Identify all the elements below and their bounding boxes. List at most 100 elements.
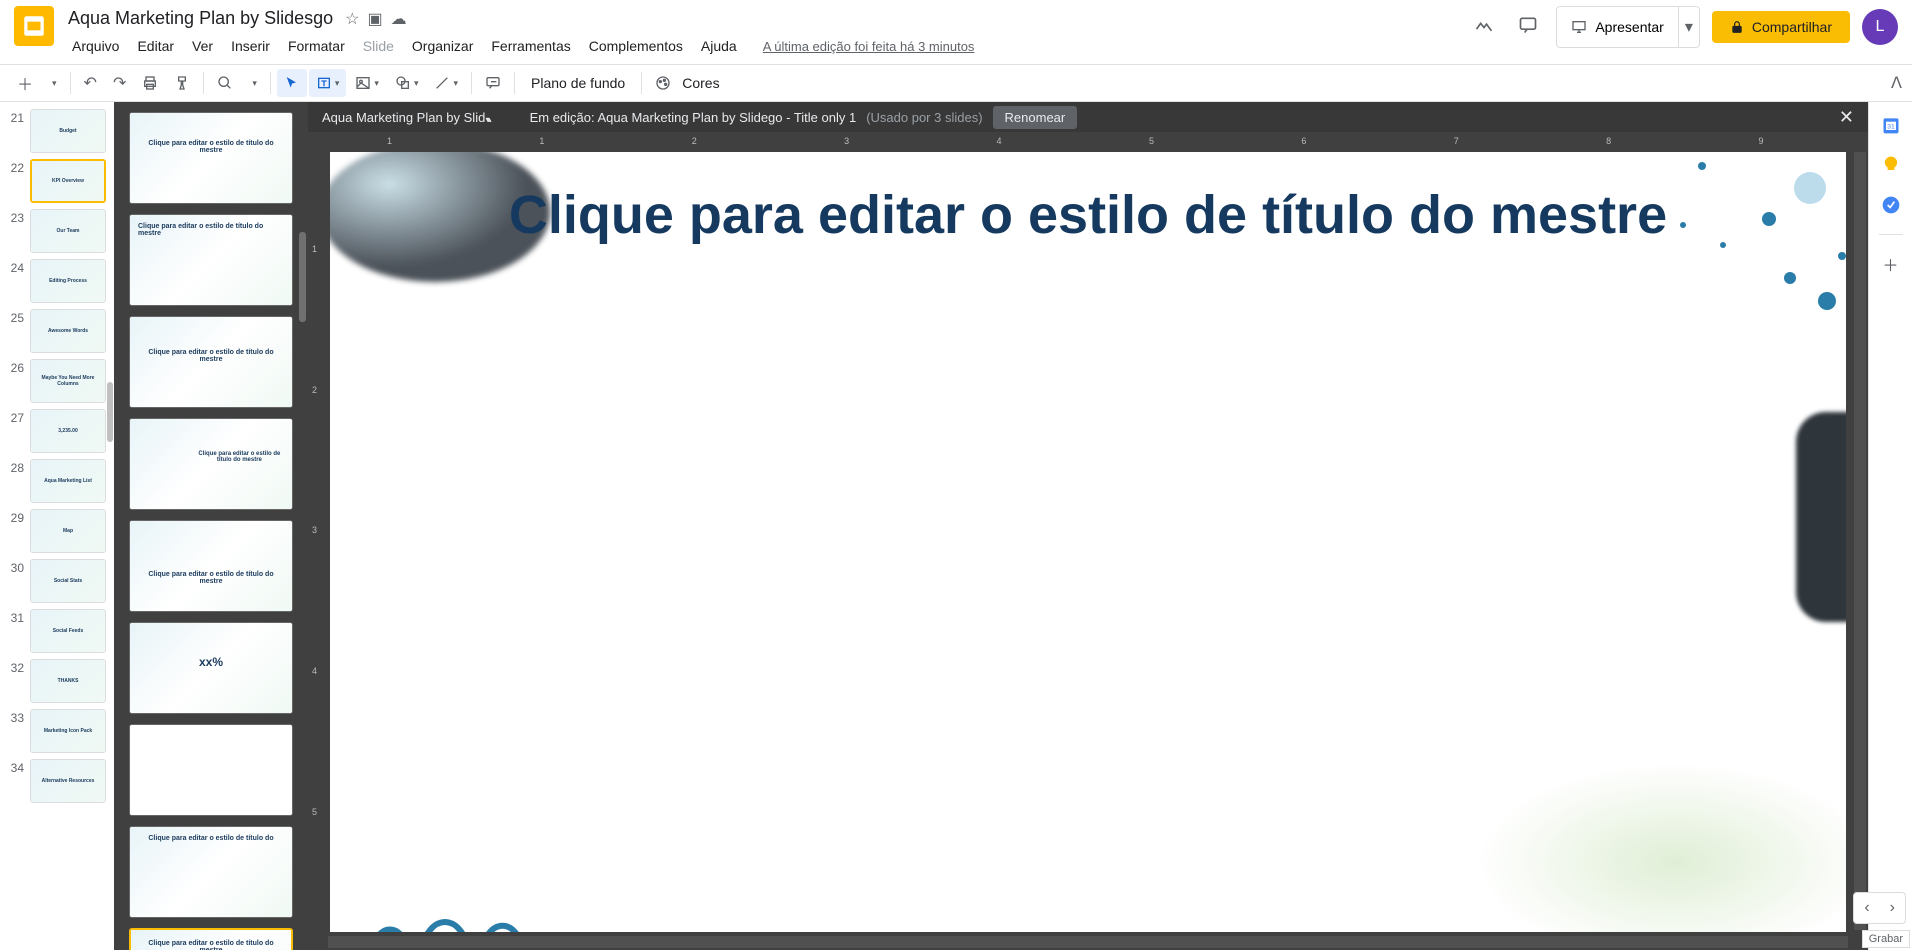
image-tool[interactable] (348, 69, 386, 97)
master-title-placeholder[interactable]: Clique para editar o estilo de título do… (390, 186, 1786, 245)
master-scrollbar[interactable] (299, 232, 306, 322)
slide-number: 24 (6, 259, 24, 275)
line-tool[interactable] (427, 69, 465, 97)
close-master-icon[interactable]: ✕ (1839, 107, 1854, 128)
cloud-icon[interactable]: ☁ (391, 9, 407, 29)
master-name[interactable]: Aqua Marketing Plan by Slid (322, 110, 490, 125)
slide-thumb-34[interactable]: Alternative Resources (30, 759, 106, 803)
colors-icon (648, 69, 678, 97)
decoration-dots-tr (1606, 152, 1846, 352)
filmstrip-scrollbar[interactable] (107, 382, 113, 442)
slide-thumb-23[interactable]: Our Team (30, 209, 106, 253)
slide-number: 25 (6, 309, 24, 325)
canvas-horizontal-scrollbar[interactable] (328, 936, 1848, 948)
slide-thumb-25[interactable]: Awesome Words (30, 309, 106, 353)
menu-arquivo[interactable]: Arquivo (64, 35, 127, 57)
app-header: Aqua Marketing Plan by Slidesgo ☆ ▣ ☁ Ar… (0, 0, 1912, 64)
zoom-button[interactable] (210, 69, 240, 97)
redo-button[interactable]: ↷ (106, 67, 133, 99)
nav-prev-icon[interactable]: ‹ (1854, 893, 1879, 923)
present-dropdown[interactable]: ▾ (1679, 6, 1700, 48)
print-button[interactable] (135, 69, 165, 97)
slides-logo[interactable] (14, 6, 54, 46)
master-layout-panel[interactable]: Clique para editar o estilo de título do… (114, 102, 308, 950)
menu-organizar[interactable]: Organizar (404, 35, 481, 57)
slide-number: 34 (6, 759, 24, 775)
layout-thumb[interactable]: Clique para editar o estilo de título do… (129, 316, 293, 408)
last-edit-link[interactable]: A última edição foi feita há 3 minutos (763, 39, 975, 54)
layout-usage: (Usado por 3 slides) (866, 110, 982, 125)
slide-thumb-27[interactable]: 3,235.00 (30, 409, 106, 453)
layout-thumb[interactable] (129, 724, 293, 816)
undo-button[interactable]: ↶ (77, 67, 104, 99)
new-slide-button[interactable]: ＋ (10, 65, 40, 101)
slide-number: 32 (6, 659, 24, 675)
share-button[interactable]: Compartilhar (1712, 11, 1850, 43)
slide-thumb-31[interactable]: Social Feeds (30, 609, 106, 653)
layout-thumb[interactable]: Clique para editar o estilo de título do… (129, 520, 293, 612)
present-button[interactable]: Apresentar (1556, 6, 1678, 48)
main-area: 21Budget 22KPI Overview 23Our Team 24Edi… (0, 102, 1912, 950)
slide-thumb-29[interactable]: Map (30, 509, 106, 553)
star-icon[interactable]: ☆ (345, 9, 359, 29)
background-button[interactable]: Plano de fundo (521, 69, 635, 97)
slide-thumb-24[interactable]: Editing Process (30, 259, 106, 303)
slide-thumb-26[interactable]: Maybe You Need More Columns (30, 359, 106, 403)
move-icon[interactable]: ▣ (368, 9, 383, 29)
zoom-dropdown[interactable] (242, 72, 264, 95)
menu-inserir[interactable]: Inserir (223, 35, 278, 57)
menu-ferramentas[interactable]: Ferramentas (483, 35, 578, 57)
slide-number: 30 (6, 559, 24, 575)
menu-formatar[interactable]: Formatar (280, 35, 353, 57)
slide-number: 28 (6, 459, 24, 475)
keep-addon-icon[interactable] (1880, 154, 1902, 176)
paint-format-button[interactable] (167, 69, 197, 97)
nav-next-icon[interactable]: › (1880, 893, 1905, 923)
add-addon-icon[interactable]: ＋ (1880, 253, 1902, 275)
new-slide-dropdown[interactable] (42, 72, 64, 95)
present-label: Apresentar (1595, 19, 1663, 35)
activity-icon[interactable] (1468, 9, 1500, 46)
slide-number: 31 (6, 609, 24, 625)
slide-thumb-21[interactable]: Budget (30, 109, 106, 153)
layout-thumb[interactable]: xx% (129, 622, 293, 714)
slide-thumb-32[interactable]: THANKS (30, 659, 106, 703)
rename-button[interactable]: Renomear (993, 106, 1078, 129)
shape-tool[interactable] (388, 69, 426, 97)
menu-ajuda[interactable]: Ajuda (693, 35, 745, 57)
canvas-vertical-scrollbar[interactable] (1854, 152, 1866, 930)
comments-icon[interactable] (1512, 9, 1544, 46)
doc-title[interactable]: Aqua Marketing Plan by Slidesgo (64, 6, 337, 31)
layout-thumb[interactable]: Clique para editar o estilo de título do (129, 826, 293, 918)
vertical-ruler[interactable]: 1 2 3 4 5 (308, 150, 326, 932)
slide-canvas[interactable]: Clique para editar o estilo de título do… (330, 152, 1846, 932)
comment-tool[interactable] (478, 69, 508, 97)
calendar-addon-icon[interactable]: 31 (1880, 114, 1902, 136)
slide-filmstrip[interactable]: 21Budget 22KPI Overview 23Our Team 24Edi… (0, 102, 114, 950)
layout-thumb[interactable]: Clique para editar o estilo de título do… (129, 112, 293, 204)
slide-number: 33 (6, 709, 24, 725)
layout-thumb-selected[interactable]: Clique para editar o estilo de título do… (129, 928, 293, 950)
slide-thumb-22[interactable]: KPI Overview (30, 159, 106, 203)
menu-slide[interactable]: Slide (355, 35, 402, 57)
tasks-addon-icon[interactable] (1880, 194, 1902, 216)
decoration-watercolor-br (1476, 762, 1846, 932)
slide-number: 27 (6, 409, 24, 425)
horizontal-ruler[interactable]: 1 1 2 3 4 5 6 7 8 9 (326, 132, 1850, 150)
collapse-toolbar-icon[interactable]: ᐱ (1891, 73, 1902, 93)
user-avatar[interactable]: L (1862, 9, 1898, 45)
menu-ver[interactable]: Ver (184, 35, 221, 57)
slide-thumb-30[interactable]: Social Stats (30, 559, 106, 603)
layout-thumb[interactable]: Clique para editar o estilo de título do… (129, 214, 293, 306)
colors-button[interactable]: Cores (680, 69, 729, 97)
slide-thumb-33[interactable]: Marketing Icon Pack (30, 709, 106, 753)
layout-thumb[interactable]: Clique para editar o estilo de título do… (129, 418, 293, 510)
slide-number: 26 (6, 359, 24, 375)
slide-number: 29 (6, 509, 24, 525)
toolbar: ＋ ↶ ↷ Plano de fundo Cores ᐱ (0, 64, 1912, 102)
textbox-tool[interactable] (309, 69, 347, 97)
menu-editar[interactable]: Editar (129, 35, 182, 57)
menu-complementos[interactable]: Complementos (581, 35, 691, 57)
slide-thumb-28[interactable]: Aqua Marketing List (30, 459, 106, 503)
select-tool[interactable] (277, 69, 307, 97)
